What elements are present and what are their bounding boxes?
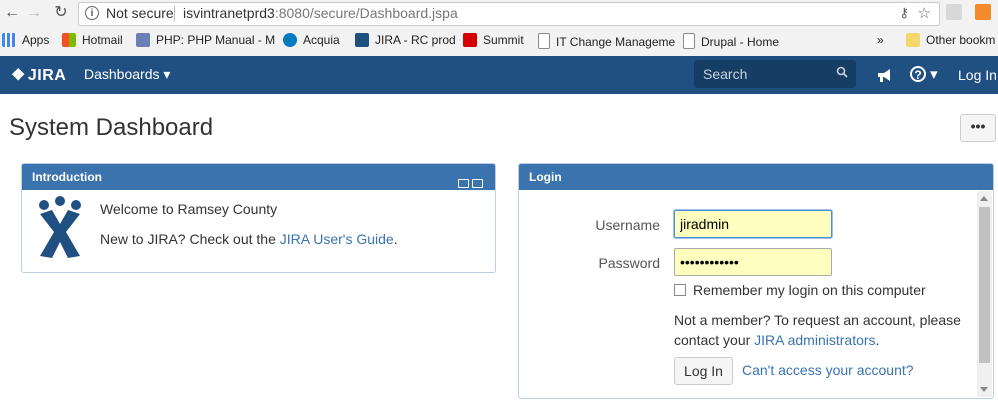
apps-grid-icon [2, 33, 16, 47]
jira-icon [355, 33, 369, 47]
url-path: :8080/secure/Dashboard.jspa [274, 5, 458, 21]
megaphone-icon[interactable] [876, 66, 894, 84]
password-field[interactable] [674, 248, 832, 276]
gadget-title: Introduction [32, 170, 102, 184]
info-icon[interactable]: i [85, 6, 99, 20]
bookmark-label: Summit [483, 33, 524, 47]
password-label: Password [598, 255, 660, 271]
username-field[interactable] [674, 210, 832, 238]
remember-label[interactable]: Remember my login on this computer [693, 282, 926, 298]
url-host: isvintranetprd3 [183, 5, 275, 21]
search-input[interactable] [694, 60, 834, 88]
jira-mascot-icon [39, 196, 81, 258]
header-login-link[interactable]: Log In [958, 67, 997, 83]
page-icon [538, 33, 550, 49]
summit-icon [463, 33, 477, 47]
bookmark-label: PHP: PHP Manual - M [156, 33, 276, 47]
page-title: System Dashboard [9, 114, 214, 141]
gadget-title: Login [529, 170, 562, 184]
search-box [694, 60, 856, 88]
scrollbar-thumb[interactable] [979, 207, 990, 363]
gadget-header: Introduction [22, 164, 495, 190]
scroll-down-icon[interactable] [980, 387, 988, 392]
help-caret: ▾ [930, 66, 938, 83]
other-bookmarks[interactable]: Other bookm [906, 33, 995, 49]
scroll-up-icon[interactable] [980, 196, 988, 201]
bookmark-label: Acquia [303, 33, 340, 47]
key-icon[interactable]: ⚷ [899, 5, 909, 21]
divider [174, 6, 175, 21]
bookmark-item[interactable]: Apps [2, 33, 49, 49]
new-suffix: . [393, 231, 398, 247]
remember-checkbox[interactable] [674, 284, 686, 296]
new-to-jira-text: New to JIRA? Check out the JIRA User's G… [100, 231, 398, 247]
not-member-text: Not a member? To request an account, ple… [674, 310, 974, 350]
not-member-suffix: . [875, 332, 880, 348]
acquia-icon [283, 33, 297, 47]
bookmark-label: Drupal - Home [701, 35, 780, 49]
help-menu[interactable]: ? ▾ [910, 65, 938, 83]
address-bar[interactable]: i Not secure isvintranetprd3:8080/secure… [78, 2, 940, 26]
welcome-text: Welcome to Ramsey County [100, 201, 278, 217]
extension-pdf-icon[interactable] [946, 4, 962, 20]
login-gadget: Login Username Password Remember my logi… [518, 163, 994, 399]
browser-nav-row: ← → ↻ i Not secure isvintranetprd3:8080/… [0, 0, 998, 26]
gadget-scrollbar[interactable] [977, 191, 992, 397]
bookmark-label: Hotmail [82, 33, 123, 47]
jira-logo[interactable]: ❖ JIRA [11, 65, 66, 85]
login-button[interactable]: Log In [674, 357, 733, 385]
windows-icon [62, 33, 76, 47]
minimize-icon[interactable] [458, 179, 469, 188]
bookmark-item[interactable]: IT Change Manageme [538, 33, 675, 49]
more-options-button[interactable]: ••• [960, 114, 996, 142]
gadget-header: Login [519, 164, 993, 190]
gadget-controls [455, 171, 483, 197]
introduction-gadget: Introduction Welcome to Ramsey County Ne… [21, 163, 496, 273]
logo-text: JIRA [27, 67, 67, 84]
folder-icon [906, 33, 920, 47]
forward-icon[interactable]: → [24, 3, 44, 23]
back-icon[interactable]: ← [2, 3, 22, 23]
bookmark-item[interactable]: PHP: PHP Manual - M [136, 33, 275, 49]
bookmark-label: Other bookm [926, 33, 996, 47]
dashboards-menu[interactable]: Dashboards ▾ [84, 66, 170, 83]
jira-user-guide-link[interactable]: JIRA User's Guide [280, 231, 394, 247]
security-label: Not secure [106, 5, 174, 21]
search-icon[interactable] [836, 66, 848, 78]
jira-logo-icon: ❖ [11, 67, 26, 84]
reload-icon[interactable]: ↻ [51, 3, 71, 23]
username-label: Username [595, 217, 660, 233]
cant-access-link[interactable]: Can't access your account? [742, 362, 914, 378]
help-icon: ? [910, 66, 926, 82]
page-icon [683, 33, 695, 49]
bookmark-item[interactable]: Summit [463, 33, 524, 49]
bookmark-label: IT Change Manageme [556, 35, 676, 49]
bookmarks-overflow-button[interactable]: » [877, 33, 884, 49]
bookmark-item[interactable]: Acquia [283, 33, 340, 49]
bookmark-label: Apps [22, 33, 50, 47]
url-text[interactable]: isvintranetprd3:8080/secure/Dashboard.js… [183, 5, 458, 21]
jira-administrators-link[interactable]: JIRA administrators [754, 332, 875, 348]
bookmark-item[interactable]: Drupal - Home [683, 33, 779, 49]
php-icon [136, 33, 150, 47]
new-prefix: New to JIRA? Check out the [100, 231, 280, 247]
bookmarks-bar: Apps Hotmail PHP: PHP Manual - M Acquia … [0, 28, 998, 54]
bookmark-label: JIRA - RC prod [375, 33, 456, 47]
extension-chart-icon[interactable] [975, 4, 991, 20]
bookmark-item[interactable]: JIRA - RC prod [355, 33, 456, 49]
dropdown-icon[interactable] [472, 179, 483, 188]
bookmark-star-icon[interactable]: ☆ [918, 4, 931, 22]
browser-chrome: ← → ↻ i Not secure isvintranetprd3:8080/… [0, 0, 998, 57]
jira-header: ❖JIRA Dashboards ▾ ? ▾ Log In [0, 56, 998, 94]
bookmark-item[interactable]: Hotmail [62, 33, 123, 49]
